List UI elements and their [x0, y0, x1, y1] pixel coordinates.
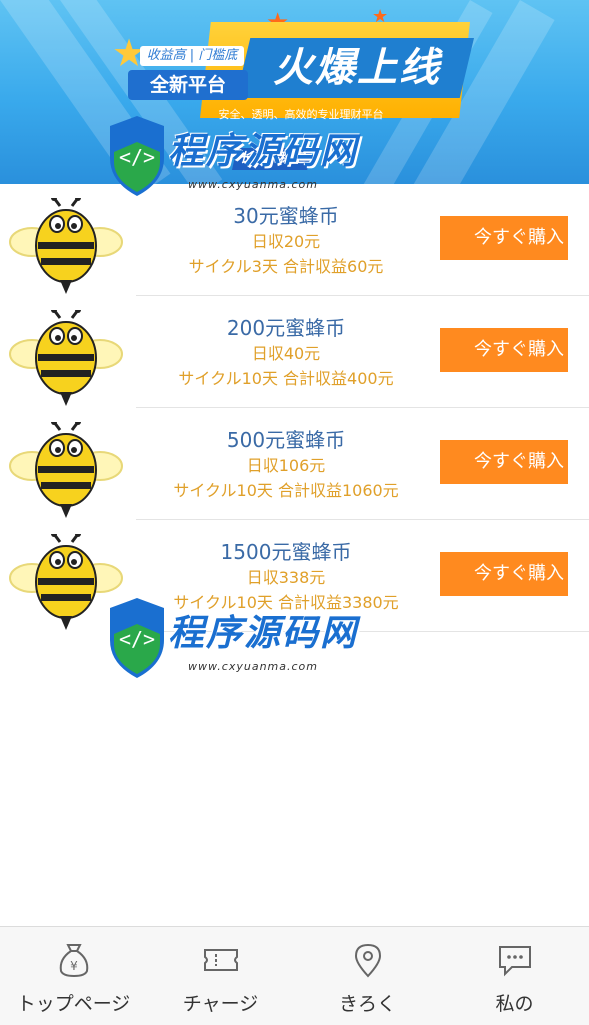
bee-icon: [9, 198, 123, 294]
product-list: 30元蜜蜂币 日収20元 サイクル3天 合計収益60元 今すぐ購入 200元蜜蜂…: [0, 184, 589, 632]
product-daily-income: 日収106元: [246, 456, 326, 475]
product-cycle-total: サイクル3天 合計収益60元: [188, 257, 384, 276]
banner-subtitle: 安全、透明、高效的专业理财平台: [218, 108, 384, 121]
buy-now-button[interactable]: 今すぐ購入: [440, 216, 568, 260]
product-name: 200元蜜蜂币: [226, 316, 346, 340]
banner-tag-top: 收益高 | 门槛底: [140, 46, 244, 66]
buy-now-button[interactable]: 今すぐ購入: [440, 552, 568, 596]
bee-icon: [9, 422, 123, 518]
product-name: 30元蜜蜂币: [233, 204, 339, 228]
tab-label: トップページ: [16, 993, 131, 1015]
money-bag-icon: ¥: [59, 944, 89, 978]
product-name: 1500元蜜蜂币: [220, 540, 352, 564]
tab-label: きろく: [338, 993, 396, 1015]
tab-label: チャージ: [182, 993, 259, 1015]
location-pin-icon: [354, 943, 382, 978]
buy-now-button[interactable]: 今すぐ購入: [440, 328, 568, 372]
bee-icon: [9, 310, 123, 406]
row-divider: [136, 631, 589, 632]
buy-now-button[interactable]: 今すぐ購入: [440, 440, 568, 484]
product-row: 500元蜜蜂币 日収106元 サイクル10天 合計収益1060元 今すぐ購入: [0, 408, 589, 520]
product-cycle-total: サイクル10天 合計収益3380元: [173, 593, 399, 612]
product-cycle-total: サイクル10天 合計収益400元: [178, 369, 394, 388]
bee-icon: [9, 534, 123, 630]
watermark-url: www.cxyuanma.com: [188, 660, 318, 673]
banner-title: 火爆上线: [273, 45, 441, 91]
tab-recharge[interactable]: チャージ: [147, 927, 294, 1025]
product-daily-income: 日収20元: [251, 232, 321, 251]
tab-top-page[interactable]: ¥ トップページ: [0, 927, 147, 1025]
product-row: 30元蜜蜂币 日収20元 サイクル3天 合計収益60元 今すぐ購入: [0, 184, 589, 296]
banner-badge: 长久，稳定: [232, 148, 312, 170]
product-daily-income: 日収40元: [251, 344, 321, 363]
tab-mine[interactable]: 私の: [441, 927, 588, 1025]
bottom-tab-bar: ¥ トップページ チャージ きろく 私の: [0, 926, 589, 1025]
banner-tag-bottom: 全新平台: [128, 70, 248, 100]
product-daily-income: 日収338元: [246, 568, 326, 587]
ticket-icon: [204, 949, 238, 971]
svg-text:¥: ¥: [70, 959, 78, 973]
chat-bubble-icon: [499, 946, 531, 977]
tab-label: 私の: [495, 993, 534, 1015]
product-row: 1500元蜜蜂币 日収338元 サイクル10天 合計収益3380元 今すぐ購入: [0, 520, 589, 632]
product-cycle-total: サイクル10天 合計収益1060元: [173, 481, 399, 500]
tab-records[interactable]: きろく: [294, 927, 441, 1025]
product-row: 200元蜜蜂币 日収40元 サイクル10天 合計収益400元 今すぐ購入: [0, 296, 589, 408]
promo-banner[interactable]: ★ ★ ★ 火爆上线 收益高 | 门槛底 全新平台 安全、透明、高效的专业理财平…: [0, 0, 589, 184]
product-name: 500元蜜蜂币: [226, 428, 346, 452]
